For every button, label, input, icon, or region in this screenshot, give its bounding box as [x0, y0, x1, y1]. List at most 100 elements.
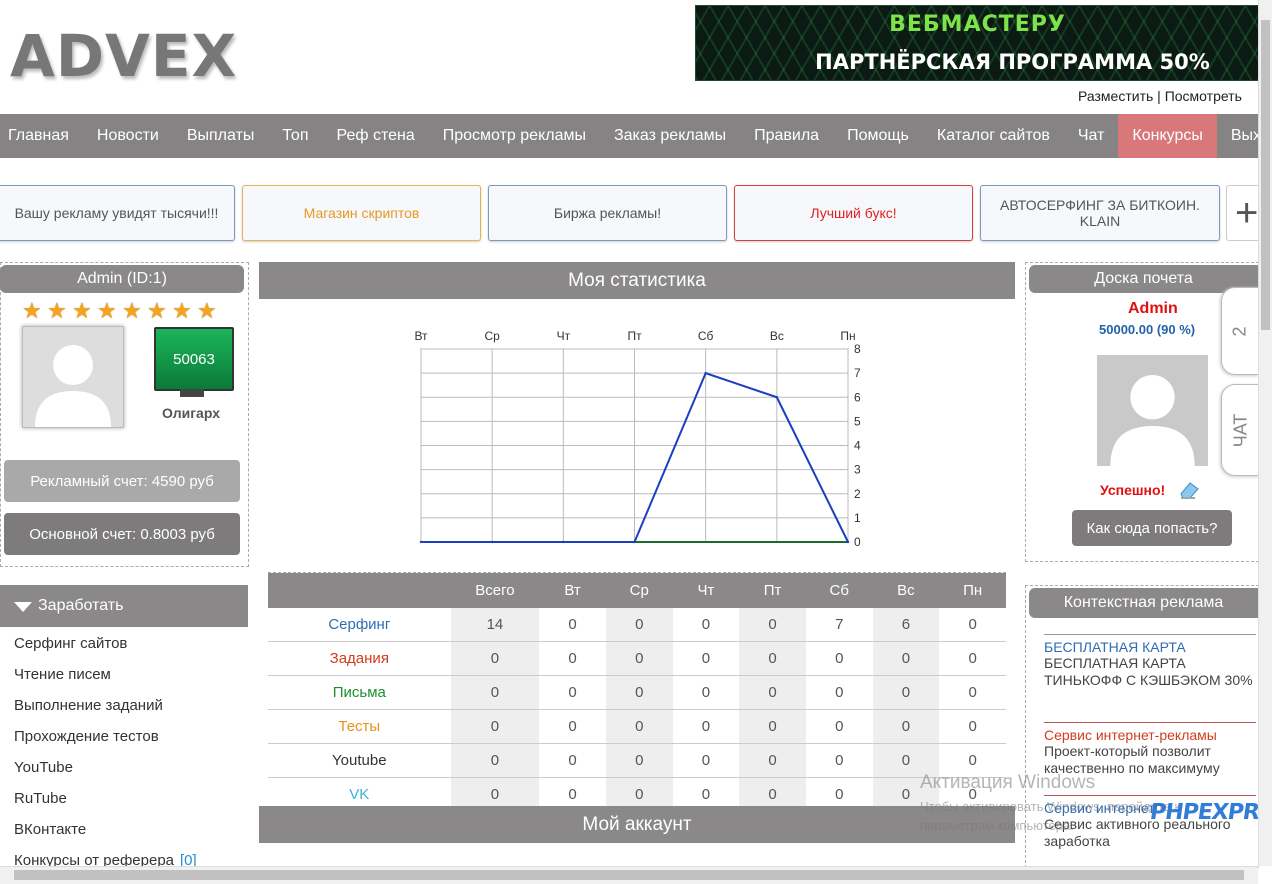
earn-menu-item[interactable]: ВКонтакте: [14, 821, 86, 838]
earn-menu-header[interactable]: Заработать: [0, 585, 248, 627]
nav-item[interactable]: Заказ рекламы: [600, 114, 740, 158]
earn-menu-item[interactable]: Прохождение тестов: [14, 728, 159, 745]
chart-x-tick-label: Чт: [557, 329, 571, 343]
stats-row: Тесты 0 0 0 0 0 0 0 0: [268, 709, 1006, 744]
nav-item[interactable]: Каталог сайтов: [923, 114, 1064, 158]
eraser-icon[interactable]: [1178, 480, 1200, 505]
stats-cell: 0: [739, 641, 806, 676]
main-nav: Главная Новости Выплаты Топ Реф стена Просмот…: [0, 114, 1258, 158]
context-ad-text: БЕСПЛАТНАЯ КАРТА ТИНЬКОФФ С КЭШБЭКОМ 30%: [1044, 655, 1253, 688]
horizontal-scrollbar[interactable]: [0, 866, 1258, 884]
stats-cell: 0: [539, 743, 606, 778]
earn-menu-item[interactable]: Чтение писем: [14, 666, 111, 683]
chart-point: [775, 396, 779, 399]
nav-item[interactable]: Выплаты: [173, 114, 269, 158]
nav-item[interactable]: Просмотр рекламы: [429, 114, 600, 158]
earn-menu-item[interactable]: Серфинг сайтов: [14, 635, 127, 652]
nav-item[interactable]: Правила: [740, 114, 833, 158]
chart-y-tick-label: 1: [854, 511, 861, 525]
context-ad-title[interactable]: Сервис интернет-рекламы: [1044, 727, 1256, 743]
chart-x-tick-label: Вс: [770, 329, 784, 343]
stats-row-label[interactable]: Письма: [268, 675, 451, 710]
site-logo[interactable]: ADVEX: [10, 22, 237, 90]
stats-cell: 6: [872, 608, 940, 642]
link-separator: |: [1153, 88, 1165, 104]
stats-row-label[interactable]: Youtube: [268, 743, 451, 778]
view-link[interactable]: Посмотреть: [1165, 88, 1242, 104]
stats-column-header: [268, 573, 451, 608]
stats-cell: 0: [872, 675, 940, 710]
how-to-get-here-button[interactable]: Как сюда попасть?: [1072, 510, 1232, 546]
chart-y-tick-label: 0: [854, 535, 861, 549]
stats-cell: 0: [872, 709, 940, 744]
stats-cell: 0: [450, 675, 540, 710]
side-tab-2[interactable]: 2: [1221, 287, 1259, 375]
nav-item[interactable]: Главная: [0, 114, 83, 158]
stats-row-label[interactable]: Тесты: [268, 709, 451, 744]
context-ad-item[interactable]: БЕСПЛАТНАЯ КАРТА БЕСПЛАТНАЯ КАРТА ТИНЬКОФ…: [1044, 634, 1256, 689]
stats-cell: 0: [805, 675, 873, 710]
nav-item[interactable]: Выход: [1217, 114, 1258, 158]
stats-row: Письма 0 0 0 0 0 0 0 0: [268, 675, 1006, 710]
nav-item[interactable]: Новости: [83, 114, 173, 158]
nav-item[interactable]: Конкурсы: [1118, 114, 1217, 158]
stats-cell: 0: [539, 709, 606, 744]
level-monitor: 50063: [154, 327, 234, 391]
ad-box[interactable]: Магазин скриптов: [242, 185, 481, 241]
earn-menu-title: Заработать: [38, 597, 124, 614]
nav-item[interactable]: Топ: [268, 114, 322, 158]
chart-y-tick-label: 4: [854, 439, 861, 453]
avatar-silhouette-icon: [23, 327, 123, 427]
stats-row: Youtube 0 0 0 0 0 0 0 0: [268, 743, 1006, 778]
stats-row: Серфинг 14 0 0 0 0 7 6 0: [268, 608, 1006, 642]
context-ad-title[interactable]: БЕСПЛАТНАЯ КАРТА: [1044, 639, 1256, 655]
ad-box[interactable]: Лучший букс!: [734, 185, 973, 241]
stats-cell: 0: [939, 641, 1006, 676]
ad-box[interactable]: Биржа рекламы!: [488, 185, 727, 241]
chart-x-tick-label: Сб: [698, 329, 714, 343]
stats-cell: 0: [805, 641, 873, 676]
stats-cell: 0: [605, 743, 673, 778]
stats-row-label[interactable]: Задания: [268, 641, 451, 676]
stats-column-header: Сб: [805, 573, 873, 608]
chart-y-tick-label: 7: [854, 366, 861, 380]
stats-column-header: Вс: [872, 573, 940, 608]
chart-x-tick-label: Пн: [840, 329, 855, 343]
nav-item[interactable]: Помощь: [833, 114, 923, 158]
banner-links: Разместить | Посмотреть: [1078, 88, 1242, 104]
stats-cell: 0: [539, 675, 606, 710]
stats-column-header: Ср: [605, 573, 673, 608]
stats-row-label[interactable]: Серфинг: [268, 608, 451, 642]
stats-column-header: Всего: [450, 573, 540, 608]
earn-menu-item[interactable]: YouTube: [14, 759, 73, 776]
ad-box[interactable]: АВТОСЕРФИНГ ЗА БИТКОИН. KLAIN: [980, 185, 1220, 241]
nav-item[interactable]: Чат: [1064, 114, 1119, 158]
stats-cell: 0: [672, 641, 740, 676]
honor-user-name[interactable]: Admin: [1128, 300, 1178, 318]
context-ad-item[interactable]: Сервис интернет-рекламы Проект-который по…: [1044, 722, 1256, 777]
user-name-header: Admin (ID:1): [0, 265, 244, 293]
stats-cell: 0: [539, 641, 606, 676]
stats-column-header: Чт: [672, 573, 740, 608]
chart-point: [704, 371, 707, 375]
side-tab-chat[interactable]: ЧАТ: [1221, 384, 1259, 476]
vertical-scrollbar[interactable]: [1258, 0, 1272, 866]
chart-y-tick-label: 5: [854, 414, 861, 428]
stats-title: Моя статистика: [568, 269, 706, 291]
stats-row: Задания 0 0 0 0 0 0 0 0: [268, 641, 1006, 676]
place-link[interactable]: Разместить: [1078, 88, 1153, 104]
star-icon: ★: [147, 298, 167, 323]
ad-account-button[interactable]: Рекламный счет: 4590 руб: [4, 460, 240, 502]
earn-menu-item[interactable]: Выполнение заданий: [14, 697, 163, 714]
windows-activation-text: Чтобы активировать Windows, перейдите к …: [920, 799, 1181, 833]
user-avatar[interactable]: [22, 326, 124, 428]
chart-point: [419, 540, 423, 544]
nav-item[interactable]: Реф стена: [322, 114, 428, 158]
partner-banner[interactable]: ВЕБМАСТЕРУ ПАРТНЁРСКАЯ ПРОГРАММА 50%: [695, 5, 1260, 81]
ad-box[interactable]: Вашу рекламу увидят тысячи!!!: [0, 185, 235, 241]
earn-menu-item[interactable]: RuTube: [14, 790, 67, 807]
stats-cell: 0: [450, 743, 540, 778]
banner-line-1: ВЕБМАСТЕРУ: [889, 12, 1066, 37]
main-account-button[interactable]: Основной счет: 0.8003 руб: [4, 513, 240, 555]
chart-point: [846, 540, 850, 544]
